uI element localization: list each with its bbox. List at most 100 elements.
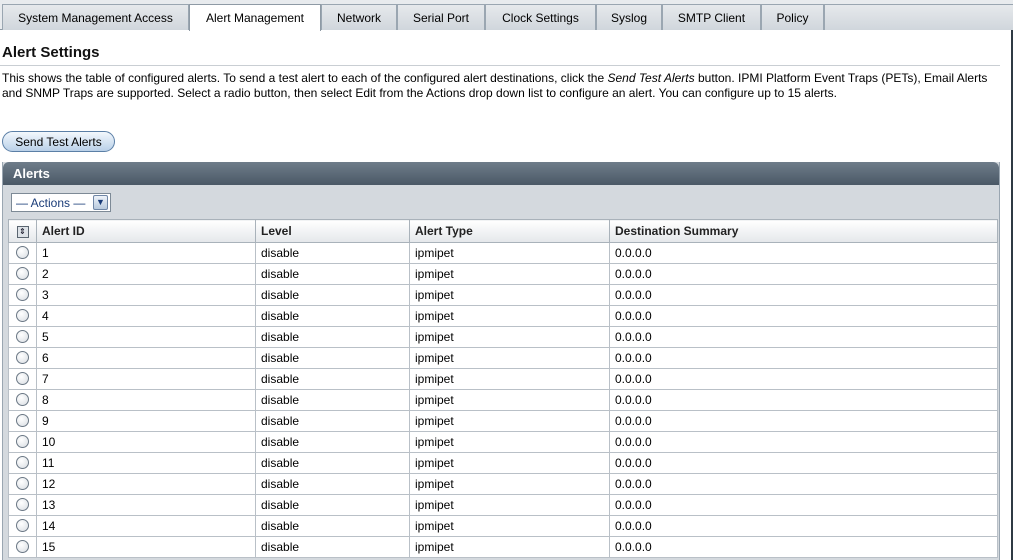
alert-type-cell: ipmipet [409, 368, 610, 390]
level-cell: disable [255, 536, 410, 558]
row-select-radio[interactable] [16, 434, 29, 448]
alert-id-cell: 9 [36, 410, 256, 432]
row-select-radio[interactable] [16, 266, 29, 280]
column-header-level[interactable]: Level [255, 219, 410, 243]
level-cell: disable [255, 389, 410, 411]
tab-network[interactable]: Network [321, 4, 397, 30]
column-header-alert-type[interactable]: Alert Type [409, 219, 610, 243]
row-radio-cell[interactable] [8, 389, 37, 411]
actions-dropdown[interactable]: — Actions — ▼ [11, 193, 111, 212]
alert-id-cell: 13 [36, 494, 256, 516]
table-row[interactable]: 11 disable ipmipet 0.0.0.0 [8, 452, 998, 474]
level-cell: disable [255, 494, 410, 516]
table-row[interactable]: 8 disable ipmipet 0.0.0.0 [8, 389, 998, 411]
table-row[interactable]: 6 disable ipmipet 0.0.0.0 [8, 347, 998, 369]
send-test-alerts-button[interactable]: Send Test Alerts [2, 131, 115, 152]
table-row[interactable]: 14 disable ipmipet 0.0.0.0 [8, 515, 998, 537]
alerts-panel: Alerts — Actions — ▼ ⇕ Alert ID Level Al… [2, 162, 1000, 560]
table-row[interactable]: 12 disable ipmipet 0.0.0.0 [8, 473, 998, 495]
table-row[interactable]: 5 disable ipmipet 0.0.0.0 [8, 326, 998, 348]
table-row[interactable]: 7 disable ipmipet 0.0.0.0 [8, 368, 998, 390]
level-cell: disable [255, 326, 410, 348]
row-select-radio[interactable] [16, 455, 29, 469]
destination-summary-cell: 0.0.0.0 [609, 305, 998, 327]
row-radio-cell[interactable] [8, 305, 37, 327]
row-select-radio[interactable] [16, 350, 29, 364]
alert-type-cell: ipmipet [409, 389, 610, 411]
alert-id-cell: 2 [36, 263, 256, 285]
alert-type-cell: ipmipet [409, 242, 610, 264]
row-radio-cell[interactable] [8, 452, 37, 474]
destination-summary-cell: 0.0.0.0 [609, 284, 998, 306]
table-row[interactable]: 9 disable ipmipet 0.0.0.0 [8, 410, 998, 432]
alert-type-cell: ipmipet [409, 347, 610, 369]
row-radio-cell[interactable] [8, 368, 37, 390]
row-select-radio[interactable] [16, 497, 29, 511]
table-row[interactable]: 1 disable ipmipet 0.0.0.0 [8, 242, 998, 264]
row-radio-cell[interactable] [8, 536, 37, 558]
tab-policy[interactable]: Policy [761, 4, 824, 30]
table-row[interactable]: 3 disable ipmipet 0.0.0.0 [8, 284, 998, 306]
level-cell: disable [255, 410, 410, 432]
chevron-down-icon[interactable]: ▼ [93, 195, 108, 210]
page-description: This shows the table of configured alert… [2, 71, 992, 101]
row-radio-cell[interactable] [8, 242, 37, 264]
destination-summary-cell: 0.0.0.0 [609, 431, 998, 453]
tab-alert-management[interactable]: Alert Management [189, 4, 321, 31]
row-select-radio[interactable] [16, 476, 29, 490]
alerts-panel-title: Alerts [3, 162, 999, 185]
table-row[interactable]: 13 disable ipmipet 0.0.0.0 [8, 494, 998, 516]
row-select-radio[interactable] [16, 371, 29, 385]
row-radio-cell[interactable] [8, 263, 37, 285]
tab-clock-settings[interactable]: Clock Settings [485, 4, 596, 30]
table-row[interactable]: 4 disable ipmipet 0.0.0.0 [8, 305, 998, 327]
table-row[interactable]: 15 disable ipmipet 0.0.0.0 [8, 536, 998, 558]
tab-system-management-access[interactable]: System Management Access [2, 4, 189, 30]
row-select-radio[interactable] [16, 308, 29, 322]
select-column-header[interactable]: ⇕ [8, 219, 37, 243]
row-select-radio[interactable] [16, 518, 29, 532]
row-radio-cell[interactable] [8, 347, 37, 369]
row-radio-cell[interactable] [8, 410, 37, 432]
destination-summary-cell: 0.0.0.0 [609, 515, 998, 537]
row-radio-cell[interactable] [8, 431, 37, 453]
column-header-destination-summary[interactable]: Destination Summary [609, 219, 998, 243]
alert-id-cell: 7 [36, 368, 256, 390]
description-emphasis: Send Test Alerts [607, 71, 695, 85]
destination-summary-cell: 0.0.0.0 [609, 242, 998, 264]
select-all-icon[interactable]: ⇕ [16, 225, 29, 238]
row-select-radio[interactable] [16, 329, 29, 343]
alerts-table: ⇕ Alert ID Level Alert Type Destination … [8, 219, 998, 558]
row-select-radio[interactable] [16, 287, 29, 301]
level-cell: disable [255, 473, 410, 495]
alert-id-cell: 5 [36, 326, 256, 348]
alert-id-cell: 15 [36, 536, 256, 558]
row-radio-cell[interactable] [8, 473, 37, 495]
destination-summary-cell: 0.0.0.0 [609, 389, 998, 411]
destination-summary-cell: 0.0.0.0 [609, 473, 998, 495]
row-select-radio[interactable] [16, 539, 29, 553]
level-cell: disable [255, 515, 410, 537]
row-radio-cell[interactable] [8, 515, 37, 537]
row-select-radio[interactable] [16, 245, 29, 259]
row-radio-cell[interactable] [8, 326, 37, 348]
destination-summary-cell: 0.0.0.0 [609, 326, 998, 348]
alert-type-cell: ipmipet [409, 431, 610, 453]
row-select-radio[interactable] [16, 413, 29, 427]
row-select-radio[interactable] [16, 392, 29, 406]
row-radio-cell[interactable] [8, 494, 37, 516]
destination-summary-cell: 0.0.0.0 [609, 347, 998, 369]
alert-type-cell: ipmipet [409, 263, 610, 285]
tab-smtp-client[interactable]: SMTP Client [662, 4, 761, 30]
tab-syslog[interactable]: Syslog [596, 4, 662, 30]
table-row[interactable]: 2 disable ipmipet 0.0.0.0 [8, 263, 998, 285]
row-radio-cell[interactable] [8, 284, 37, 306]
level-cell: disable [255, 242, 410, 264]
column-header-alert-id[interactable]: Alert ID [36, 219, 256, 243]
alert-type-cell: ipmipet [409, 410, 610, 432]
level-cell: disable [255, 305, 410, 327]
alert-type-cell: ipmipet [409, 515, 610, 537]
table-row[interactable]: 10 disable ipmipet 0.0.0.0 [8, 431, 998, 453]
alert-type-cell: ipmipet [409, 452, 610, 474]
tab-serial-port[interactable]: Serial Port [397, 4, 485, 30]
